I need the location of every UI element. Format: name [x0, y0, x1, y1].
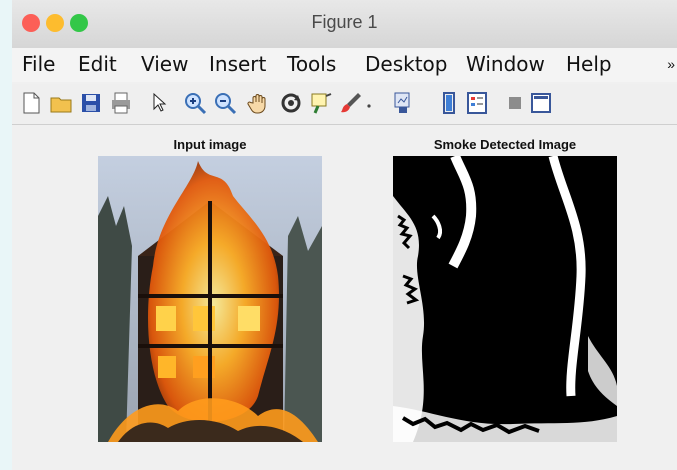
data-cursor-icon[interactable]: [308, 90, 334, 116]
legend-icon[interactable]: [464, 90, 490, 116]
menu-desktop[interactable]: Desktop: [365, 52, 447, 76]
print-icon[interactable]: [108, 90, 134, 116]
save-icon[interactable]: [78, 90, 104, 116]
pan-hand-icon[interactable]: [246, 90, 272, 116]
open-folder-icon[interactable]: [48, 90, 74, 116]
dropdown-arrow-icon[interactable]: [362, 90, 376, 116]
pointer-icon[interactable]: [146, 90, 172, 116]
axes-2-title: Smoke Detected Image: [433, 137, 577, 152]
smoke-detected-image: [393, 156, 617, 442]
hide-plot-tools-icon[interactable]: [502, 90, 528, 116]
colorbar-icon[interactable]: [436, 90, 462, 116]
figure-canvas: Input image Smoke Detected Image: [12, 125, 677, 470]
zoom-in-icon[interactable]: [182, 90, 208, 116]
axes-1-title: Input image: [173, 137, 247, 152]
menu-help[interactable]: Help: [566, 52, 612, 76]
menu-file[interactable]: File: [22, 52, 55, 76]
figure-window: Figure 1 File Edit View Insert Tools Des…: [12, 0, 677, 470]
toolbar: [12, 84, 677, 125]
menu-window[interactable]: Window: [466, 52, 545, 76]
title-bar: Figure 1: [12, 0, 677, 48]
link-plot-icon[interactable]: [390, 90, 416, 116]
menu-bar: File Edit View Insert Tools Desktop Wind…: [12, 48, 677, 82]
menu-tools[interactable]: Tools: [287, 52, 336, 76]
brush-icon[interactable]: [338, 90, 364, 116]
new-file-icon[interactable]: [18, 90, 44, 116]
input-image: [98, 156, 322, 442]
rotate-3d-icon[interactable]: [278, 90, 304, 116]
menu-insert[interactable]: Insert: [209, 52, 266, 76]
window-title: Figure 1: [311, 12, 378, 32]
menu-overflow-icon[interactable]: »: [667, 56, 675, 72]
menu-edit[interactable]: Edit: [78, 52, 117, 76]
show-plot-tools-icon[interactable]: [528, 90, 554, 116]
zoom-out-icon[interactable]: [212, 90, 238, 116]
menu-view[interactable]: View: [141, 52, 188, 76]
